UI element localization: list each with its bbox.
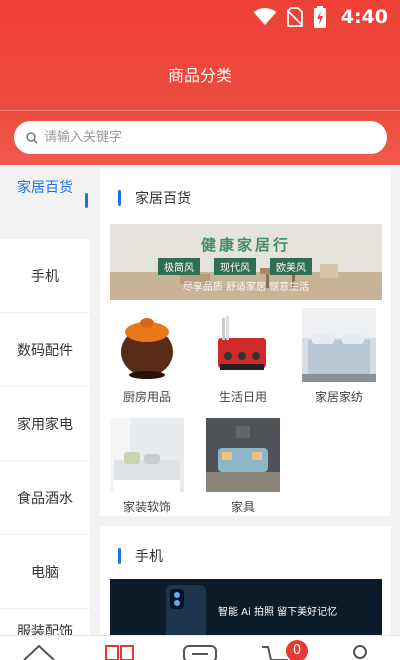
tab-profile[interactable] — [348, 642, 372, 660]
sidebar-item-label: 数码配件 — [17, 343, 73, 359]
page-title: 商品分类 — [167, 66, 232, 85]
item-label: 生活日用 — [218, 390, 267, 404]
category-icon — [105, 645, 134, 660]
header-divider — [0, 110, 400, 111]
category-item-furniture[interactable]: 家具 — [204, 418, 282, 515]
furniture-image — [206, 418, 280, 492]
banner-tag: 欧美风 — [270, 258, 312, 275]
battery-charging-icon — [313, 6, 326, 28]
section-card-home-goods: 家居百货 健康家居行 极简风 现代风 欧美风 尽享品质 舒适家居 惬意生活 厨房… — [100, 168, 391, 516]
user-icon — [353, 645, 367, 659]
section-header: 家居百货 — [118, 188, 191, 208]
item-label: 家具 — [230, 500, 255, 514]
daily-use-image — [206, 308, 280, 382]
banner-headline: 健康家居行 — [200, 236, 291, 254]
sidebar-item-label: 服装配饰 — [17, 624, 73, 635]
banner-tags: 极简风 现代风 欧美风 — [158, 258, 312, 275]
section-card-phones: 手机 智能 Ai 拍照 留下美好记忆 — [100, 526, 391, 635]
item-label: 厨房用品 — [122, 390, 171, 404]
home-banner[interactable]: 健康家居行 极简风 现代风 欧美风 尽享品质 舒适家居 惬意生活 — [110, 224, 382, 300]
banner-subtitle: 尽享品质 舒适家居 惬意生活 — [182, 282, 310, 293]
tab-category[interactable] — [104, 642, 136, 660]
section-marker — [118, 190, 121, 206]
home-textiles-image — [302, 308, 376, 382]
category-item-daily-use[interactable]: 生活日用 — [204, 308, 282, 405]
status-time: 4:40 — [340, 6, 388, 28]
phone-banner[interactable]: 智能 Ai 拍照 留下美好记忆 — [110, 579, 382, 635]
header-bar: 4:40 商品分类 — [0, 0, 400, 165]
search-box[interactable] — [14, 121, 387, 154]
sidebar-item-label: 家居百货 — [17, 180, 73, 196]
sidebar-item-apparel[interactable]: 服装配饰 — [0, 609, 90, 635]
item-label: 家居家纺 — [314, 390, 363, 404]
wifi-icon — [253, 8, 277, 25]
sidebar-item-label: 手机 — [31, 269, 59, 285]
sidebar-item-home-appliances[interactable]: 家用家电 — [0, 387, 90, 461]
active-indicator — [85, 193, 88, 208]
search-input[interactable] — [44, 130, 344, 145]
cart-badge: 0 — [286, 640, 308, 660]
sidebar-item-label: 食品酒水 — [17, 491, 73, 507]
section-title: 家居百货 — [135, 191, 191, 207]
category-item-kitchen[interactable]: 厨房用品 — [108, 308, 186, 405]
category-item-home-textiles[interactable]: 家居家纺 — [300, 308, 378, 405]
message-icon — [183, 645, 217, 660]
category-sidebar: 家居百货 手机 数码配件 家用家电 食品酒水 电脑 服装配饰 — [0, 165, 90, 635]
kitchen-image — [110, 308, 184, 382]
sidebar-item-digital-accessories[interactable]: 数码配件 — [0, 313, 90, 387]
soft-decor-image — [110, 418, 184, 492]
banner-tag: 极简风 — [158, 258, 200, 275]
section-header: 手机 — [118, 546, 163, 566]
sidebar-item-phones[interactable]: 手机 — [0, 239, 90, 313]
home-icon — [23, 644, 55, 660]
banner-tag: 现代风 — [214, 258, 256, 275]
section-marker — [118, 548, 121, 564]
sidebar-item-home-goods[interactable]: 家居百货 — [0, 165, 90, 239]
sidebar-item-label: 家用家电 — [17, 417, 73, 433]
bottom-tabbar — [0, 635, 400, 660]
item-label: 家装软饰 — [122, 500, 171, 514]
sidebar-item-label: 电脑 — [31, 565, 59, 581]
category-item-soft-decor[interactable]: 家装软饰 — [108, 418, 186, 515]
tab-home[interactable] — [22, 642, 56, 660]
phone-banner-text: 智能 Ai 拍照 留下美好记忆 — [218, 607, 338, 618]
no-sim-icon — [286, 7, 303, 27]
sidebar-item-food-drinks[interactable]: 食品酒水 — [0, 461, 90, 535]
status-bar: 4:40 — [0, 0, 400, 36]
section-title: 手机 — [135, 549, 163, 565]
sidebar-item-computers[interactable]: 电脑 — [0, 535, 90, 609]
category-content: 家居百货 健康家居行 极简风 现代风 欧美风 尽享品质 舒适家居 惬意生活 厨房… — [100, 165, 391, 635]
search-icon — [26, 131, 38, 143]
tab-messages[interactable] — [182, 642, 218, 660]
